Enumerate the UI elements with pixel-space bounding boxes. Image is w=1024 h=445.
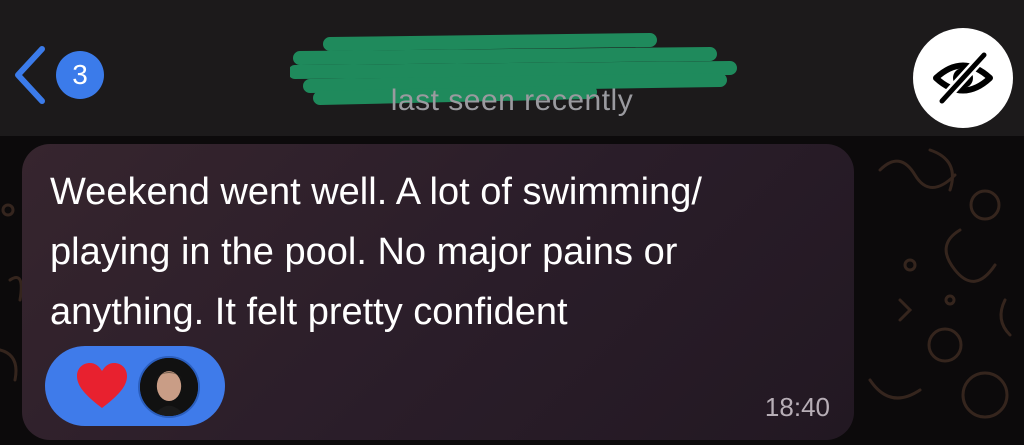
hide-button[interactable]: [913, 28, 1013, 128]
contact-status: last seen recently: [390, 84, 634, 117]
message-timestamp: 18:40: [764, 392, 830, 422]
avatar: [138, 356, 200, 418]
message-text: Weekend went well. A lot of swimming/ pl…: [50, 162, 850, 342]
message-line: Weekend went well. A lot of swimming/: [50, 171, 702, 213]
eye-slash-icon: [933, 50, 993, 106]
heart-icon: [77, 363, 127, 408]
message-line: playing in the pool. No major pains or: [50, 231, 678, 273]
message-line: anything. It felt pretty confident: [50, 291, 568, 333]
